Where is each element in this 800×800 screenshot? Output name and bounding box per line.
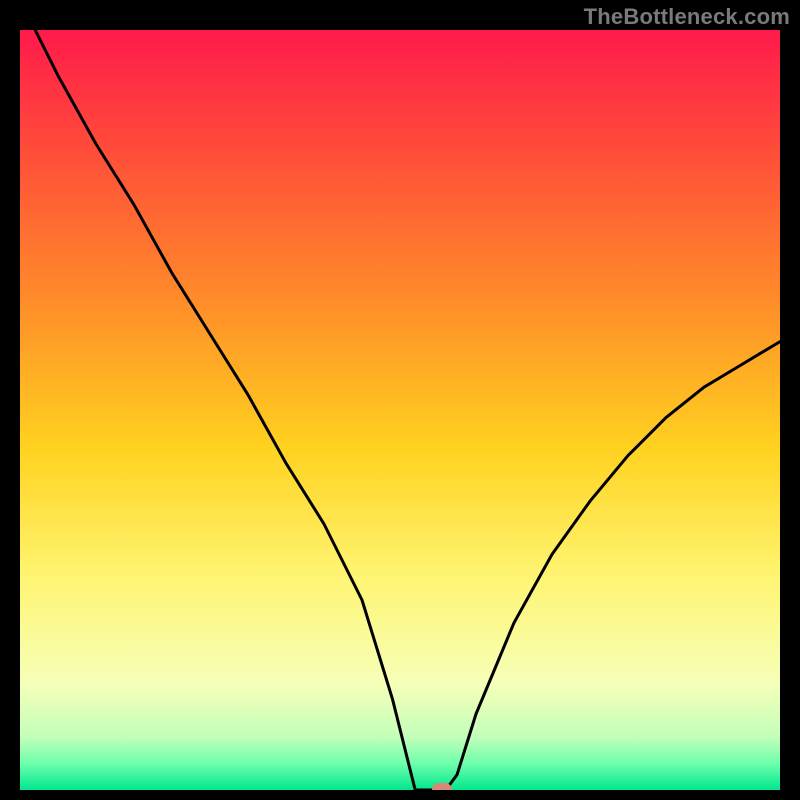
chart-frame: TheBottleneck.com [0, 0, 800, 800]
plot-area [20, 30, 780, 790]
bottleneck-curve [20, 30, 780, 790]
watermark-text: TheBottleneck.com [584, 4, 790, 30]
optimum-marker [432, 783, 452, 790]
